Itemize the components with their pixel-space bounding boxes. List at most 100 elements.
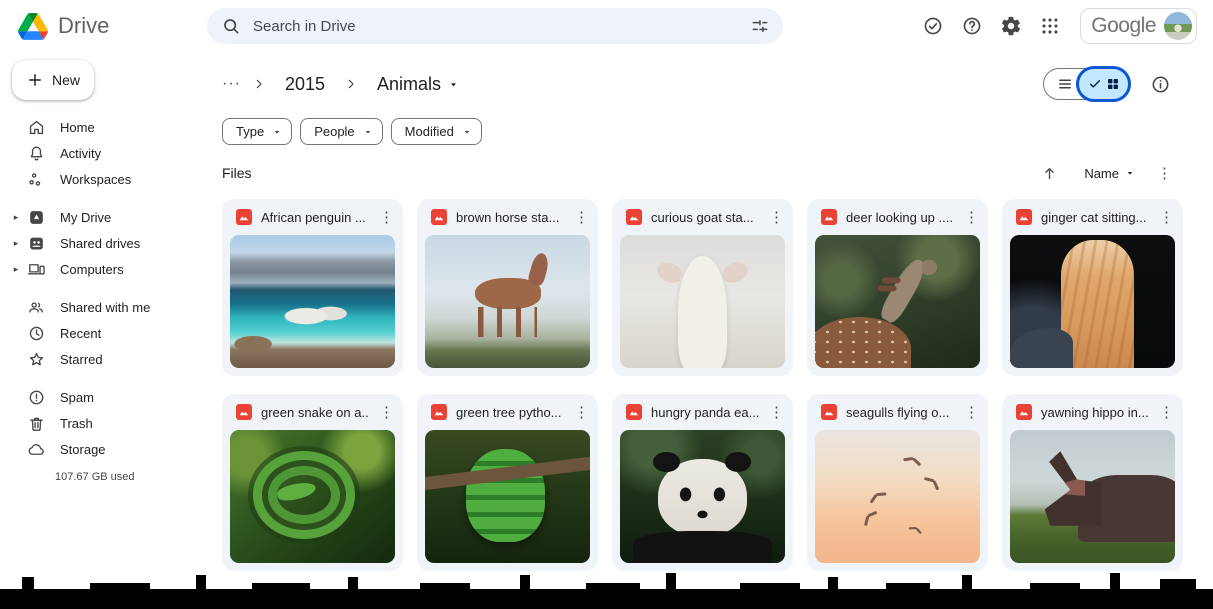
file-more-options-icon[interactable]: ⋮	[379, 405, 394, 420]
sidebar-item-shared-with-me[interactable]: Shared with me	[0, 294, 204, 320]
file-card[interactable]: seagulls flying o... ⋮	[807, 394, 988, 571]
sidebar-item-storage[interactable]: Storage	[0, 436, 204, 462]
file-card[interactable]: curious goat sta...⋮	[612, 199, 793, 376]
breadcrumb-item-2015[interactable]: 2015	[277, 72, 333, 97]
breadcrumb-current-folder[interactable]: Animals	[369, 72, 467, 97]
image-file-icon	[821, 404, 837, 420]
sidebar-item-label: My Drive	[60, 210, 111, 225]
sidebar-item-my-drive[interactable]: ▸ My Drive	[0, 204, 204, 230]
sidebar-item-label: Recent	[60, 326, 101, 341]
file-card[interactable]: ginger cat sitting...⋮	[1002, 199, 1183, 376]
sidebar-item-shared-drives[interactable]: ▸ Shared drives	[0, 230, 204, 256]
image-file-icon	[236, 404, 252, 420]
file-card[interactable]: yawning hippo in...⋮	[1002, 394, 1183, 571]
file-more-options-icon[interactable]: ⋮	[379, 210, 394, 225]
help-icon[interactable]	[959, 13, 985, 39]
file-thumbnail	[425, 430, 590, 563]
file-thumbnail	[230, 235, 395, 368]
topbar-actions: Google	[920, 8, 1213, 44]
expand-arrow-icon[interactable]: ▸	[10, 238, 22, 249]
search-filters-icon[interactable]	[747, 13, 773, 39]
file-more-options-icon[interactable]: ⋮	[769, 210, 784, 225]
computers-icon	[26, 259, 46, 279]
search-input[interactable]	[253, 18, 735, 35]
file-card[interactable]: brown horse sta...⋮	[417, 199, 598, 376]
file-more-options-icon[interactable]: ⋮	[1159, 210, 1174, 225]
expand-arrow-icon[interactable]: ▸	[10, 212, 22, 223]
sidebar-item-label: Spam	[60, 390, 94, 405]
sort-by-button[interactable]: Name	[1084, 166, 1135, 181]
dropdown-caret-icon	[462, 127, 472, 137]
sort-direction-arrow-up-icon[interactable]	[1036, 160, 1062, 186]
google-account-chip[interactable]: Google	[1080, 8, 1197, 44]
file-more-options-icon[interactable]: ⋮	[964, 210, 979, 225]
file-card[interactable]: green snake on a...⋮	[222, 394, 403, 571]
expand-arrow-icon[interactable]: ▸	[10, 264, 22, 275]
drive-brand[interactable]: Drive	[0, 13, 204, 40]
apps-grid-icon[interactable]	[1037, 13, 1063, 39]
sidebar-item-label: Shared drives	[60, 236, 140, 251]
plus-icon	[26, 71, 44, 89]
sidebar-item-label: Activity	[60, 146, 101, 161]
sidebar-item-workspaces[interactable]: Workspaces	[0, 166, 204, 192]
filter-chip-modified[interactable]: Modified	[391, 118, 482, 145]
sidebar-item-computers[interactable]: ▸Computers	[0, 256, 204, 282]
breadcrumb-more-button[interactable]: ···	[222, 75, 241, 93]
file-card[interactable]: hungry panda ea...⋮	[612, 394, 793, 571]
sidebar-item-label: Storage	[60, 442, 106, 457]
file-more-options-icon[interactable]: ⋮	[574, 405, 589, 420]
breadcrumb: ··· 2015 Animals	[222, 62, 1213, 106]
settings-gear-icon[interactable]	[998, 13, 1024, 39]
bird-shape	[924, 475, 942, 491]
sidebar-item-activity[interactable]: Activity	[0, 140, 204, 166]
sidebar-item-label: Home	[60, 120, 95, 135]
image-file-icon	[1016, 404, 1032, 420]
check-icon	[1088, 77, 1102, 91]
sidebar-item-label: Starred	[60, 352, 103, 367]
file-more-options-icon[interactable]: ⋮	[964, 405, 979, 420]
redaction-bar	[0, 565, 1213, 609]
filter-chip-type[interactable]: Type	[222, 118, 292, 145]
filter-chip-people[interactable]: People	[300, 118, 382, 145]
info-icon[interactable]	[1147, 71, 1173, 97]
file-more-options-icon[interactable]: ⋮	[1159, 405, 1174, 420]
dropdown-caret-icon	[448, 79, 459, 90]
spam-icon	[26, 387, 46, 407]
sidebar-item-spam[interactable]: Spam	[0, 384, 204, 410]
user-avatar[interactable]	[1164, 12, 1192, 40]
sidebar-item-starred[interactable]: Starred	[0, 346, 204, 372]
sidebar-item-label: Shared with me	[60, 300, 150, 315]
search-bar[interactable]	[207, 8, 783, 44]
file-card[interactable]: green tree pytho...⋮	[417, 394, 598, 571]
google-logo: Google	[1091, 14, 1156, 38]
app-title: Drive	[58, 13, 109, 39]
files-section-title: Files	[222, 165, 252, 181]
file-name: African penguin ...	[261, 210, 370, 225]
dropdown-caret-icon	[1125, 168, 1135, 178]
file-card[interactable]: African penguin ... ⋮	[222, 199, 403, 376]
file-more-options-icon[interactable]: ⋮	[574, 210, 589, 225]
file-card-header: yawning hippo in...⋮	[1002, 394, 1183, 430]
file-card-header: brown horse sta...⋮	[417, 199, 598, 235]
file-card-header: green tree pytho...⋮	[417, 394, 598, 430]
my-drive-icon	[26, 207, 46, 227]
file-more-options-icon[interactable]: ⋮	[769, 405, 784, 420]
sidebar: New Home Activity Workspaces ▸ My Drive ▸ Shar…	[0, 52, 204, 609]
sort-by-label: Name	[1084, 166, 1119, 181]
file-thumbnail	[620, 235, 785, 368]
file-name: seagulls flying o...	[846, 405, 955, 420]
top-bar: Drive Google	[0, 0, 1213, 52]
file-card-header: ginger cat sitting...⋮	[1002, 199, 1183, 235]
sidebar-item-recent[interactable]: Recent	[0, 320, 204, 346]
sidebar-item-trash[interactable]: Trash	[0, 410, 204, 436]
image-file-icon	[236, 209, 252, 225]
grid-view-button-selected[interactable]	[1076, 66, 1131, 102]
new-button[interactable]: New	[12, 60, 94, 100]
chevron-right-icon	[251, 76, 267, 92]
search-icon	[221, 16, 241, 36]
file-card[interactable]: deer looking up ....⋮	[807, 199, 988, 376]
offline-status-icon[interactable]	[920, 13, 946, 39]
sidebar-item-home[interactable]: Home	[0, 114, 204, 140]
more-options-icon[interactable]: ⋮	[1157, 166, 1172, 181]
sidebar-section: Spam Trash Storage	[0, 384, 204, 462]
